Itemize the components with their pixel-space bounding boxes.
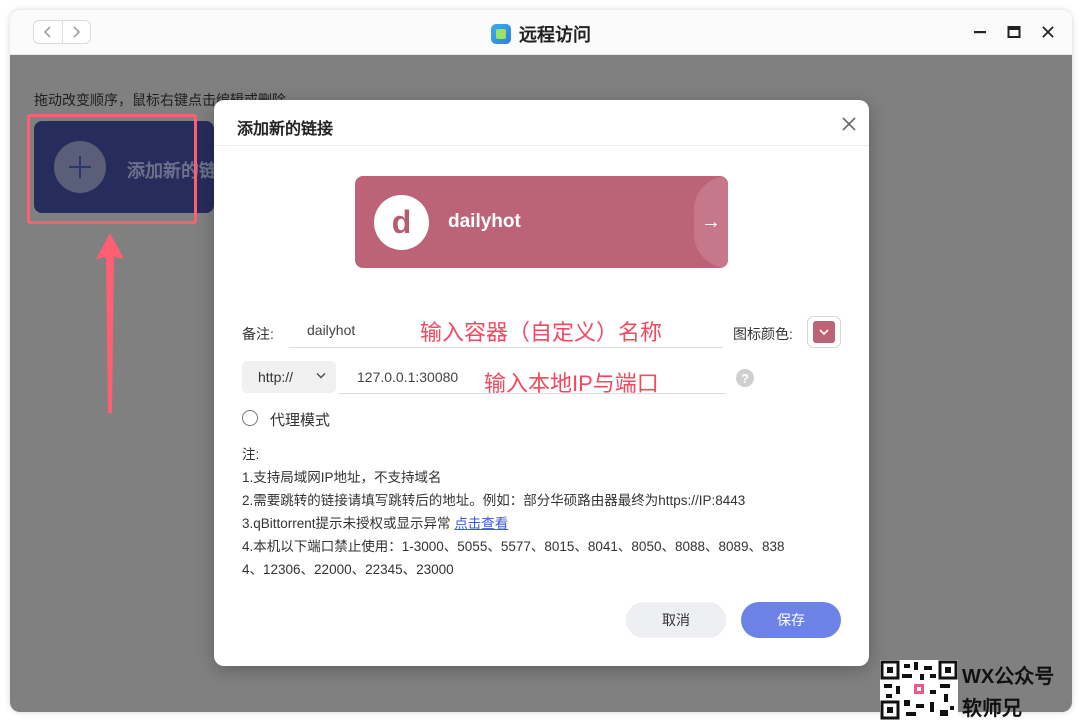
note-line-1: 1.支持局域网IP地址，不支持域名 bbox=[242, 470, 442, 485]
icon-color-value bbox=[813, 321, 835, 343]
qr-code-icon bbox=[880, 660, 958, 720]
note-line-3-text: 3.qBittorrent提示未授权或显示异常 bbox=[242, 516, 451, 531]
highlight-box bbox=[27, 114, 197, 224]
window-controls bbox=[970, 22, 1058, 42]
preview-arrow-tab: → bbox=[694, 176, 728, 268]
close-dialog-icon[interactable] bbox=[841, 116, 857, 132]
watermark-line-2: 软师兄 bbox=[962, 698, 1022, 720]
remark-annotation: 输入容器（自定义）名称 bbox=[420, 320, 663, 345]
window-title: 远程访问 bbox=[519, 25, 591, 45]
icon-color-picker[interactable] bbox=[807, 316, 841, 348]
dialog-header: 添加新的链接 bbox=[214, 100, 869, 146]
preview-name: dailyhot bbox=[448, 211, 521, 232]
cancel-button[interactable]: 取消 bbox=[626, 602, 726, 638]
note-line-2: 2.需要跳转的链接请填写跳转后的地址。例如：部分华硕路由器最终为https://… bbox=[242, 493, 746, 508]
notes-heading: 注: bbox=[242, 447, 260, 462]
watermark-line-1: WX公众号 bbox=[962, 666, 1055, 688]
close-window-button[interactable] bbox=[1038, 22, 1058, 42]
close-icon bbox=[1042, 26, 1054, 38]
notes-block: 注: 1.支持局域网IP地址，不支持域名 2.需要跳转的链接请填写跳转后的地址。… bbox=[242, 443, 785, 581]
proxy-mode-radio[interactable] bbox=[242, 410, 258, 426]
title-bar: 远程访问 bbox=[10, 10, 1072, 55]
icon-color-label: 图标颜色: bbox=[733, 326, 793, 342]
minimize-icon bbox=[974, 31, 986, 34]
proxy-mode-label: 代理模式 bbox=[270, 412, 331, 429]
maximize-button[interactable] bbox=[1004, 22, 1024, 42]
save-button[interactable]: 保存 bbox=[741, 602, 841, 638]
maximize-icon bbox=[1007, 26, 1021, 38]
protocol-select[interactable]: http:// bbox=[242, 361, 336, 393]
help-icon[interactable]: ? bbox=[736, 369, 754, 387]
chevron-down-icon bbox=[316, 372, 326, 379]
chevron-down-icon bbox=[819, 328, 829, 335]
qr-code-image bbox=[880, 660, 958, 720]
address-annotation: 输入本地IP与端口 bbox=[484, 371, 659, 396]
add-link-dialog: 添加新的链接 d dailyhot → 备注: dailyhot 输入容器（自定… bbox=[214, 100, 869, 666]
protocol-value: http:// bbox=[258, 369, 294, 385]
preview-letter-avatar: d bbox=[374, 195, 429, 250]
remote-access-app-icon bbox=[491, 24, 511, 44]
note-line-4-cont: 4、12306、22000、22345、23000 bbox=[242, 562, 454, 577]
arrow-right-icon: → bbox=[701, 210, 721, 233]
click-to-view-link[interactable]: 点击查看 bbox=[454, 516, 508, 531]
window-title-group: 远程访问 bbox=[10, 21, 1072, 47]
link-preview-card: d dailyhot → bbox=[355, 176, 728, 268]
note-line-3: 3.qBittorrent提示未授权或显示异常 点击查看 bbox=[242, 512, 785, 535]
dialog-title: 添加新的链接 bbox=[237, 121, 334, 138]
remark-label: 备注: bbox=[242, 326, 274, 342]
minimize-button[interactable] bbox=[970, 22, 990, 42]
annotation-arrow-icon bbox=[96, 233, 124, 413]
note-line-4: 4.本机以下端口禁止使用：1-3000、5055、5577、8015、8041、… bbox=[242, 539, 785, 554]
